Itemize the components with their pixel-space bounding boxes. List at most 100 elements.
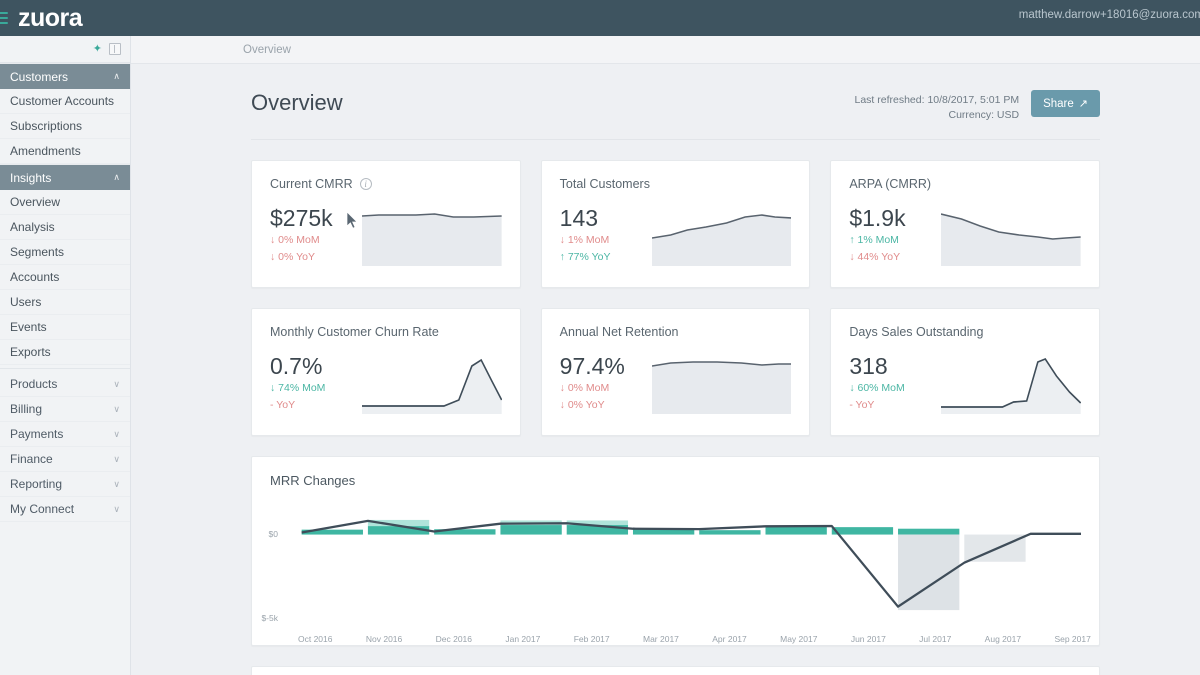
kpi-mom-delta: ↓ 0% MoM: [270, 233, 362, 248]
sidebar-item-finance[interactable]: Finance ∨: [0, 447, 130, 472]
kpi-sparkline: [941, 208, 1081, 266]
kpi-grid: Current CMRR i $275k ↓ 0% MoM ↓ 0% YoY: [251, 160, 1100, 436]
sidebar-item-analysis[interactable]: Analysis: [0, 215, 130, 240]
kpi-mom-delta: ↓ 74% MoM: [270, 381, 362, 396]
chevron-up-icon: ∧: [113, 172, 120, 183]
sidebar-item-segments[interactable]: Segments: [0, 240, 130, 265]
breadcrumb-bar: Overview: [131, 36, 1200, 64]
chart-plot-area: [270, 499, 1081, 635]
kpi-values: 143 ↓ 1% MoM ↑ 77% YoY: [560, 205, 652, 266]
chart-title: MRR Changes: [270, 473, 1081, 488]
panel-toggle-icon[interactable]: [109, 43, 121, 55]
kpi-body: 0.7% ↓ 74% MoM - YoY: [270, 353, 502, 414]
bar-series-negative: [898, 535, 1026, 611]
kpi-title-label: Current CMRR: [270, 177, 353, 191]
kpi-card-current-cmrr[interactable]: Current CMRR i $275k ↓ 0% MoM ↓ 0% YoY: [251, 160, 521, 288]
sidebar-item-label: Payments: [10, 427, 63, 441]
kpi-title-label: Monthly Customer Churn Rate: [270, 325, 439, 339]
sidebar-item-products[interactable]: Products ∨: [0, 372, 130, 397]
hamburger-icon[interactable]: [0, 10, 10, 26]
x-tick: Jul 2017: [919, 634, 951, 644]
kpi-value: 0.7%: [270, 353, 362, 379]
sidebar-item-subscriptions[interactable]: Subscriptions: [0, 114, 130, 139]
sidebar-item-label: My Connect: [10, 502, 74, 516]
kpi-card-annual-net-retention[interactable]: Annual Net Retention 97.4% ↓ 0% MoM ↓ 0%…: [541, 308, 811, 436]
last-refreshed-label: Last refreshed: 10/8/2017, 5:01 PM: [854, 93, 1019, 108]
kpi-title-label: Days Sales Outstanding: [849, 325, 983, 339]
kpi-values: $1.9k ↑ 1% MoM ↓ 44% YoY: [849, 205, 941, 266]
info-icon[interactable]: i: [360, 178, 372, 190]
sidebar-item-exports[interactable]: Exports: [0, 340, 130, 365]
user-email-label[interactable]: matthew.darrow+18016@zuora.com: [1019, 9, 1200, 21]
kpi-value: 143: [560, 205, 652, 231]
kpi-card-monthly-customer-churn-rate[interactable]: Monthly Customer Churn Rate 0.7% ↓ 74% M…: [251, 308, 521, 436]
kpi-mom-delta: ↓ 1% MoM: [560, 233, 652, 248]
sidebar-item-customer-accounts[interactable]: Customer Accounts: [0, 89, 130, 114]
kpi-yoy-delta: ↓ 0% YoY: [270, 250, 362, 265]
kpi-values: 318 ↓ 60% MoM - YoY: [849, 353, 941, 414]
sidebar-group-insights[interactable]: Insights ∧: [0, 164, 130, 190]
sidebar-toolbar: ✦: [0, 36, 130, 63]
kpi-card-days-sales-outstanding[interactable]: Days Sales Outstanding 318 ↓ 60% MoM - Y…: [830, 308, 1100, 436]
kpi-title: Current CMRR i: [270, 177, 502, 191]
x-tick: Apr 2017: [712, 634, 747, 644]
kpi-body: 318 ↓ 60% MoM - YoY: [849, 353, 1081, 414]
kpi-title: ARPA (CMRR): [849, 177, 1081, 191]
sidebar-item-label: Subscriptions: [10, 119, 82, 133]
kpi-body: $1.9k ↑ 1% MoM ↓ 44% YoY: [849, 205, 1081, 266]
sidebar-item-label: Segments: [10, 245, 64, 259]
kpi-title: Total Customers: [560, 177, 792, 191]
sidebar-item-label: Customer Accounts: [10, 94, 114, 108]
sidebar-item-reporting[interactable]: Reporting ∨: [0, 472, 130, 497]
kpi-body: $275k ↓ 0% MoM ↓ 0% YoY: [270, 205, 502, 266]
sidebar-item-overview[interactable]: Overview: [0, 190, 130, 215]
kpi-value: 318: [849, 353, 941, 379]
breadcrumb[interactable]: Overview: [243, 44, 291, 56]
kpi-sparkline: [941, 356, 1081, 414]
kpi-values: 0.7% ↓ 74% MoM - YoY: [270, 353, 362, 414]
sidebar-item-payments[interactable]: Payments ∨: [0, 422, 130, 447]
kpi-sparkline: [652, 356, 792, 414]
chevron-down-icon: ∨: [113, 404, 120, 415]
app-root: zuora matthew.darrow+18016@zuora.com ✦ C…: [0, 0, 1200, 675]
sidebar-item-label: Reporting: [10, 477, 62, 491]
kpi-yoy-delta: ↓ 0% YoY: [560, 398, 652, 413]
kpi-value: $275k: [270, 205, 362, 231]
share-button[interactable]: Share ↗: [1031, 90, 1100, 117]
x-tick: Jan 2017: [505, 634, 540, 644]
kpi-title: Annual Net Retention: [560, 325, 792, 339]
sidebar-item-label: Analysis: [10, 220, 55, 234]
kpi-title-label: ARPA (CMRR): [849, 177, 931, 191]
kpi-yoy-delta: ↓ 44% YoY: [849, 250, 941, 265]
kpi-values: 97.4% ↓ 0% MoM ↓ 0% YoY: [560, 353, 652, 414]
mrr-changes-svg: [270, 499, 1081, 635]
chevron-down-icon: ∨: [113, 479, 120, 490]
sidebar-item-events[interactable]: Events: [0, 315, 130, 340]
header-meta: Last refreshed: 10/8/2017, 5:01 PM Curre…: [854, 90, 1019, 123]
chevron-down-icon: ∨: [113, 504, 120, 515]
top-bar: zuora matthew.darrow+18016@zuora.com: [0, 0, 1200, 36]
sidebar-item-my-connect[interactable]: My Connect ∨: [0, 497, 130, 522]
sidebar-item-label: Products: [10, 377, 57, 391]
subscription-changes-card: Subscription Changes: [251, 666, 1100, 675]
kpi-card-total-customers[interactable]: Total Customers 143 ↓ 1% MoM ↑ 77% YoY: [541, 160, 811, 288]
sidebar-item-amendments[interactable]: Amendments: [0, 139, 130, 164]
kpi-yoy-delta: ↑ 77% YoY: [560, 250, 652, 265]
brand-logo[interactable]: zuora: [18, 6, 82, 31]
sidebar-nav: Customers ∧ Customer Accounts Subscripti…: [0, 63, 130, 522]
page-header: Overview Last refreshed: 10/8/2017, 5:01…: [251, 64, 1100, 140]
sidebar-item-label: Overview: [10, 195, 60, 209]
sidebar-item-label: Amendments: [10, 144, 81, 158]
page-title: Overview: [251, 90, 343, 116]
sidebar-item-billing[interactable]: Billing ∨: [0, 397, 130, 422]
sidebar-group-customers[interactable]: Customers ∧: [0, 63, 130, 89]
sidebar-item-accounts[interactable]: Accounts: [0, 265, 130, 290]
kpi-values: $275k ↓ 0% MoM ↓ 0% YoY: [270, 205, 362, 266]
kpi-mom-delta: ↓ 60% MoM: [849, 381, 941, 396]
kpi-title: Days Sales Outstanding: [849, 325, 1081, 339]
pin-icon[interactable]: ✦: [93, 44, 102, 55]
chevron-down-icon: ∨: [113, 429, 120, 440]
kpi-card-arpa-cmrr[interactable]: ARPA (CMRR) $1.9k ↑ 1% MoM ↓ 44% YoY: [830, 160, 1100, 288]
sidebar-item-users[interactable]: Users: [0, 290, 130, 315]
chevron-up-icon: ∧: [113, 71, 120, 82]
